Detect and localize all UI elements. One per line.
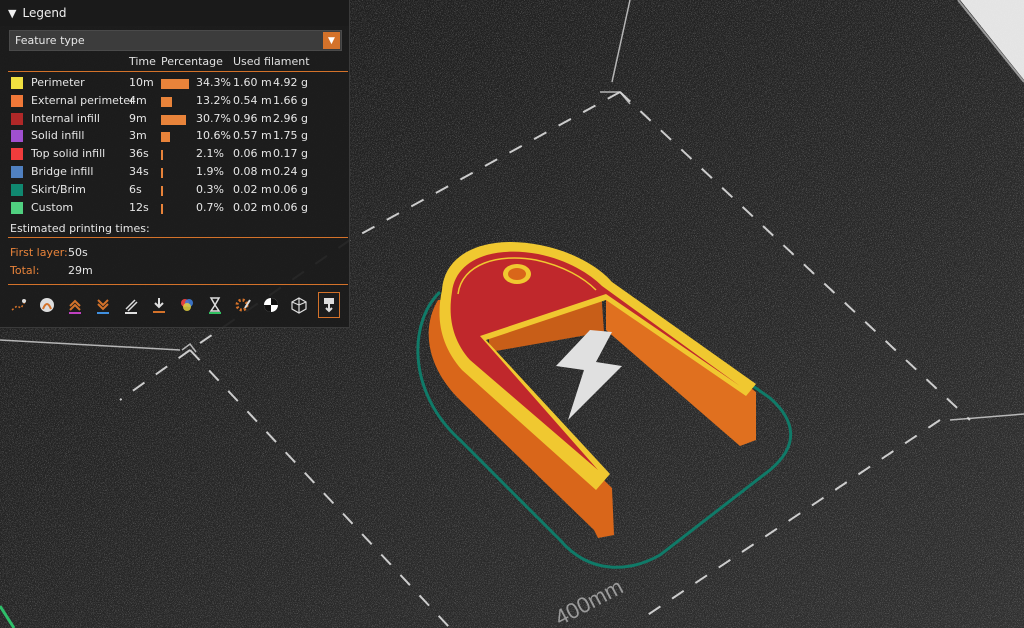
wipe-icon[interactable] bbox=[36, 292, 58, 318]
color-swatch bbox=[11, 130, 23, 143]
first-layer-value: 50s bbox=[68, 246, 88, 259]
feature-length: 0.06 m bbox=[233, 147, 272, 161]
feature-name: Perimeter bbox=[31, 76, 85, 89]
feature-name: Top solid infill bbox=[31, 147, 106, 161]
legend-row[interactable]: Bridge infill 34s 1.9% 0.08 m 0.24 g bbox=[0, 163, 350, 181]
feature-name: Solid infill bbox=[31, 129, 85, 143]
feature-weight: 4.92 g bbox=[273, 76, 308, 89]
feature-percentage: 0.7% bbox=[196, 200, 224, 214]
pause-prints-icon[interactable] bbox=[204, 292, 226, 318]
feature-length: 0.02 m bbox=[233, 200, 272, 214]
feature-length: 1.60 m bbox=[233, 76, 272, 89]
feature-length: 0.54 m bbox=[233, 93, 272, 107]
percentage-bar bbox=[161, 132, 170, 143]
feature-time: 3m bbox=[129, 129, 147, 143]
percentage-bar bbox=[161, 79, 189, 89]
feature-time: 12s bbox=[129, 200, 149, 214]
legend-row[interactable]: Internal infill 9m 30.7% 0.96 m 2.96 g bbox=[0, 110, 350, 128]
feature-time: 4m bbox=[129, 93, 147, 107]
color-swatch bbox=[11, 112, 23, 125]
feature-percentage: 34.3% bbox=[196, 76, 231, 89]
deretractions-icon[interactable] bbox=[92, 292, 114, 318]
feature-percentage: 10.6% bbox=[196, 129, 231, 143]
feature-length: 0.08 m bbox=[233, 165, 272, 178]
feature-percentage: 1.9% bbox=[196, 165, 224, 178]
color-swatch bbox=[11, 183, 23, 196]
divider bbox=[8, 284, 348, 285]
tool-marker-icon[interactable] bbox=[318, 292, 340, 318]
legend-row[interactable]: Solid infill 3m 10.6% 0.57 m 1.75 g bbox=[0, 127, 350, 145]
view-type-combo[interactable]: Feature type ▼ bbox=[9, 30, 342, 51]
feature-time: 10m bbox=[129, 76, 154, 89]
feature-name: External perimeter bbox=[31, 93, 135, 107]
color-swatch bbox=[11, 94, 23, 107]
feature-time: 36s bbox=[129, 147, 149, 161]
color-swatch bbox=[11, 201, 23, 214]
feature-percentage: 2.1% bbox=[196, 147, 224, 161]
options-toolbar bbox=[8, 292, 348, 320]
percentage-bar bbox=[161, 150, 163, 161]
color-swatch bbox=[11, 148, 23, 161]
feature-weight: 0.17 g bbox=[273, 147, 308, 161]
feature-length: 0.96 m bbox=[233, 111, 272, 125]
center-of-gravity-icon[interactable] bbox=[260, 292, 282, 318]
column-used-filament: Used filament bbox=[233, 55, 310, 68]
feature-percentage: 30.7% bbox=[196, 111, 231, 125]
feature-name: Bridge infill bbox=[31, 165, 94, 178]
column-percentage: Percentage bbox=[161, 55, 223, 68]
feature-name: Internal infill bbox=[31, 111, 100, 125]
percentage-bar bbox=[161, 203, 163, 214]
feature-weight: 0.24 g bbox=[273, 165, 308, 178]
percentage-bar bbox=[161, 114, 186, 125]
estimated-times-title: Estimated printing times: bbox=[10, 222, 150, 235]
legend-panel: ▼ Legend Feature type ▼ Time Percentage … bbox=[0, 0, 350, 328]
divider bbox=[8, 71, 348, 72]
color-swatch bbox=[11, 77, 23, 89]
chevron-down-icon[interactable]: ▼ bbox=[323, 32, 340, 49]
first-layer-label: First layer: bbox=[10, 246, 68, 259]
legend-row[interactable]: Skirt/Brim 6s 0.3% 0.02 m 0.06 g bbox=[0, 181, 350, 199]
percentage-bar bbox=[161, 185, 163, 196]
custom-gcodes-icon[interactable] bbox=[232, 292, 254, 318]
legend-row[interactable]: External perimeter 4m 13.2% 0.54 m 1.66 g bbox=[0, 92, 350, 110]
total-value: 29m bbox=[68, 264, 93, 277]
feature-weight: 1.75 g bbox=[273, 129, 308, 143]
percentage-bar bbox=[161, 168, 163, 178]
legend-row[interactable]: Perimeter 10m 34.3% 1.60 m 4.92 g bbox=[0, 74, 350, 92]
color-swatch bbox=[11, 166, 23, 178]
legend-row[interactable]: Top solid infill 36s 2.1% 0.06 m 0.17 g bbox=[0, 145, 350, 163]
legend-row[interactable]: Custom 12s 0.7% 0.02 m 0.06 g bbox=[0, 199, 350, 217]
feature-length: 0.02 m bbox=[233, 182, 272, 196]
color-changes-icon[interactable] bbox=[176, 292, 198, 318]
feature-time: 34s bbox=[129, 165, 149, 178]
percentage-bar bbox=[161, 96, 172, 107]
feature-length: 0.57 m bbox=[233, 129, 272, 143]
feature-name: Custom bbox=[31, 200, 74, 214]
column-time: Time bbox=[129, 55, 156, 68]
feature-name: Skirt/Brim bbox=[31, 182, 86, 196]
feature-percentage: 13.2% bbox=[196, 93, 231, 107]
shells-icon[interactable] bbox=[288, 292, 310, 318]
total-label: Total: bbox=[10, 264, 40, 277]
feature-weight: 0.06 g bbox=[273, 200, 308, 214]
feature-time: 6s bbox=[129, 182, 142, 196]
feature-weight: 0.06 g bbox=[273, 182, 308, 196]
legend-header[interactable]: ▼ Legend bbox=[0, 0, 349, 26]
feature-time: 9m bbox=[129, 111, 147, 125]
tool-changes-icon[interactable] bbox=[148, 292, 170, 318]
view-type-value: Feature type bbox=[15, 34, 85, 47]
retractions-icon[interactable] bbox=[64, 292, 86, 318]
travel-icon[interactable] bbox=[8, 292, 30, 318]
legend-title: Legend bbox=[22, 6, 67, 20]
feature-percentage: 0.3% bbox=[196, 182, 224, 196]
feature-weight: 2.96 g bbox=[273, 111, 308, 125]
seams-icon[interactable] bbox=[120, 292, 142, 318]
divider bbox=[8, 237, 348, 238]
feature-weight: 1.66 g bbox=[273, 93, 308, 107]
collapse-triangle-icon[interactable]: ▼ bbox=[8, 7, 16, 20]
